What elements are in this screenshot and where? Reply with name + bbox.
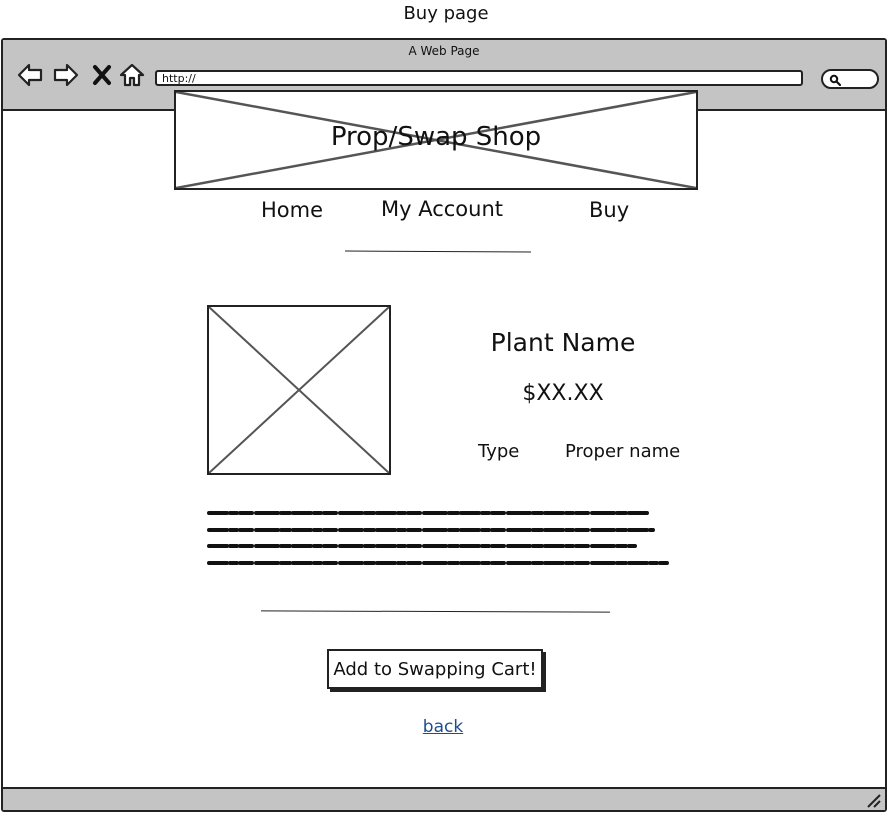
product-type-label: Type <box>478 441 520 462</box>
nav-home[interactable]: Home <box>261 198 323 222</box>
back-link[interactable]: back <box>423 717 463 737</box>
site-title: Prop/Swap Shop <box>330 122 542 152</box>
home-icon[interactable] <box>119 63 145 87</box>
back-link-row: back <box>0 717 886 737</box>
arrow-right-icon[interactable] <box>53 63 79 87</box>
arrow-left-icon[interactable] <box>17 63 43 87</box>
page-caption: Buy page <box>403 3 489 24</box>
search-field[interactable] <box>821 69 879 89</box>
nav-buy[interactable]: Buy <box>589 198 629 222</box>
resize-grip-icon[interactable] <box>865 792 881 808</box>
search-icon <box>829 74 841 86</box>
description-placeholder-text <box>207 511 669 565</box>
site-banner: Prop/Swap Shop <box>174 90 698 190</box>
window-title: A Web Page <box>408 44 480 58</box>
product-name: Plant Name <box>490 328 636 357</box>
image-placeholder-cross <box>209 307 389 473</box>
product-price: $XX.XX <box>522 381 604 406</box>
nav-my-account[interactable]: My Account <box>381 197 503 221</box>
product-image-placeholder <box>207 305 391 475</box>
browser-statusbar <box>3 787 885 810</box>
product-proper-name-label: Proper name <box>565 441 681 462</box>
add-to-swapping-cart-button[interactable]: Add to Swapping Cart! <box>327 649 543 689</box>
url-input[interactable]: http:// <box>155 70 803 86</box>
close-icon[interactable] <box>91 63 113 87</box>
